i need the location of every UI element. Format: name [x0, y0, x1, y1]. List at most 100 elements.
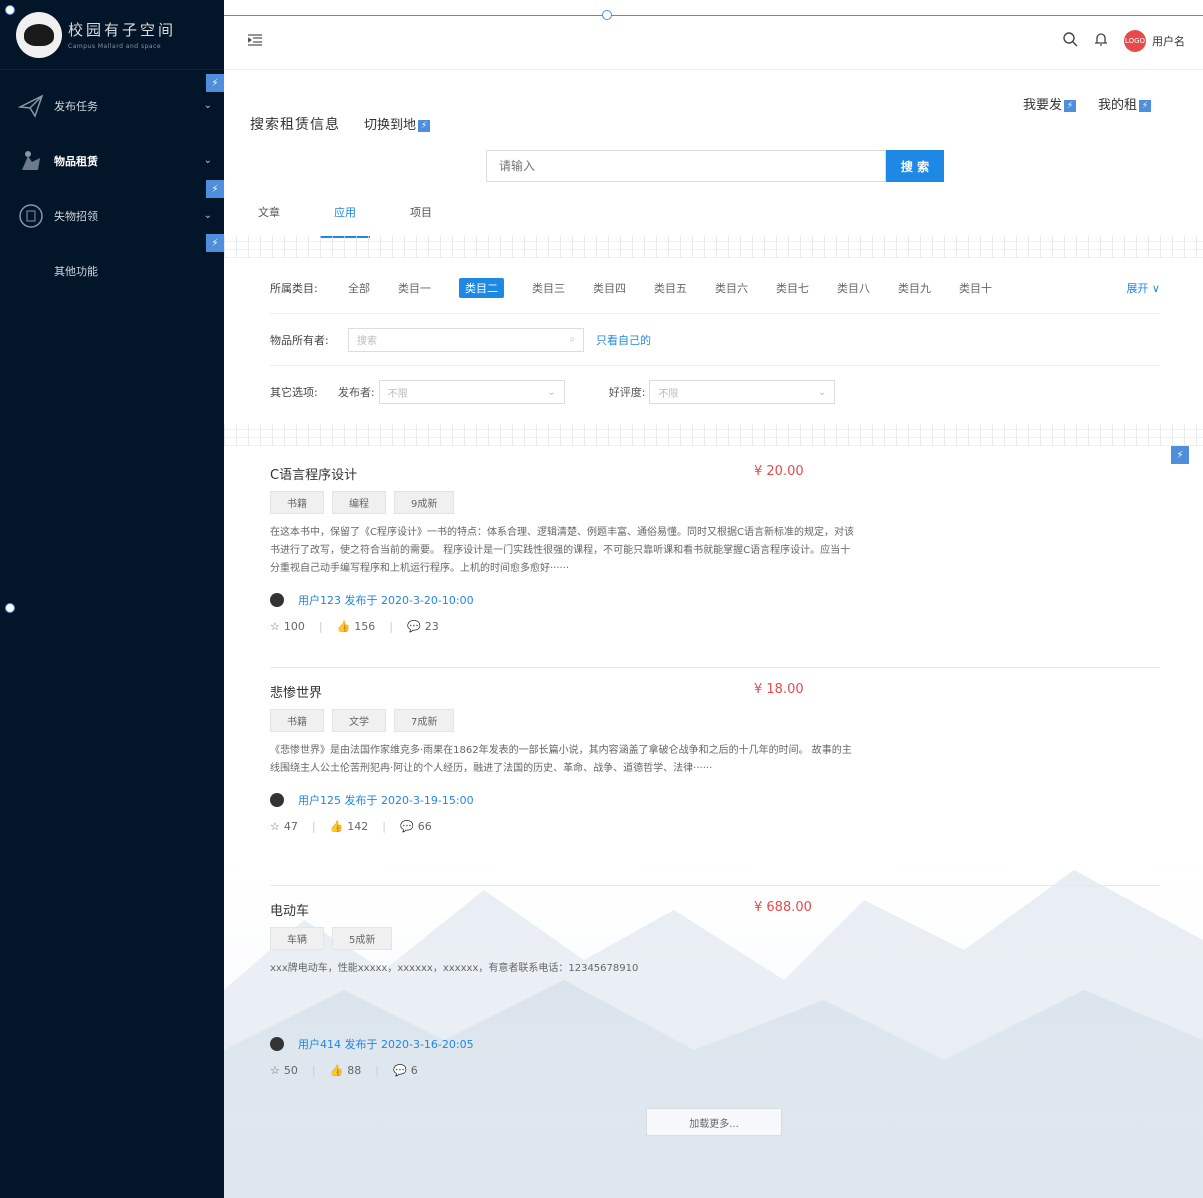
comment-stat[interactable]: 💬 66 [400, 820, 432, 833]
chevron-down-icon: ⌄ [547, 386, 556, 398]
chevron-down-icon[interactable]: ⌄ [204, 155, 212, 166]
category-item[interactable]: 类目八 [837, 280, 870, 296]
owner-filter: 物品所有者: 搜索 ⌕ 只看自己的 [270, 314, 1160, 366]
star-stat[interactable]: ☆ 47 [270, 820, 298, 833]
search-input[interactable] [486, 150, 886, 182]
tab-articles[interactable]: 文章 [258, 204, 334, 232]
grid-guide [224, 424, 1203, 446]
sidebar-item-lost-found[interactable]: 失物招领 ⌄ ⚡ ⚡ [0, 180, 224, 252]
item-title[interactable]: 悲惨世界 [270, 682, 1160, 701]
rating-select[interactable]: 不限 ⌄ [649, 380, 836, 404]
load-more-button[interactable]: 加载更多... [646, 1108, 782, 1136]
star-icon: ☆ [270, 620, 280, 633]
flash-icon[interactable]: ⚡ [206, 180, 224, 198]
selection-handle[interactable] [5, 5, 15, 15]
selection-handle[interactable] [5, 603, 15, 613]
list-item[interactable]: 悲惨世界 ¥ 18.00 书籍 文学 7成新 《悲惨世界》是由法国作家维克多·雨… [270, 668, 1160, 886]
avatar[interactable] [270, 593, 284, 607]
avatar[interactable] [270, 1037, 284, 1051]
list-item[interactable]: 电动车 ¥ 688.00 车辆 5成新 xxx牌电动车，性能xxxxx，xxxx… [270, 886, 1160, 1104]
top-links: 我要发 ⚡ 我的租 ⚡ [1023, 94, 1151, 113]
chevron-down-icon[interactable]: ⌄ [204, 210, 212, 221]
paper-plane-icon [16, 91, 46, 121]
category-item[interactable]: 类目七 [776, 280, 809, 296]
search-button[interactable]: 搜 索 [886, 150, 944, 182]
author-info[interactable]: 用户125 发布于 2020-3-19-15:00 [298, 792, 474, 808]
category-item[interactable]: 类目一 [398, 280, 431, 296]
logo[interactable]: 校园有子空间 Campus Mallard and space [0, 0, 224, 70]
avatar[interactable]: LOGO [1124, 30, 1146, 52]
tab-projects[interactable]: 项目 [410, 204, 486, 232]
category-item[interactable]: 类目五 [654, 280, 687, 296]
category-item-active[interactable]: 类目二 [459, 277, 504, 298]
avatar[interactable] [270, 793, 284, 807]
username[interactable]: 用户名 [1152, 33, 1185, 49]
rating-label: 好评度: [608, 386, 646, 399]
sidebar-item-rental[interactable]: 物品租赁 ⌄ [0, 133, 224, 188]
owner-search-input[interactable]: 搜索 ⌕ [348, 327, 584, 352]
link-my-rental[interactable]: 我的租 ⚡ [1098, 94, 1151, 113]
item-meta: 用户414 发布于 2020-3-16-20:05 [270, 1036, 1160, 1052]
item-stats: ☆ 50 | 👍 88 | 💬 6 [270, 1064, 418, 1077]
item-price: ¥ 688.00 [754, 900, 812, 915]
filter-label: 其它选项: [270, 386, 318, 399]
chevron-down-icon[interactable]: ⌄ [204, 100, 212, 111]
like-stat[interactable]: 👍 156 [337, 620, 376, 633]
category-item[interactable]: 类目九 [898, 280, 931, 296]
publisher-select[interactable]: 不限 ⌄ [378, 380, 565, 404]
comment-stat[interactable]: 💬 23 [407, 620, 439, 633]
flash-icon[interactable]: ⚡ [206, 74, 224, 92]
tag: 编程 [332, 491, 386, 514]
search-icon[interactable] [1063, 31, 1078, 51]
category-item[interactable]: 类目十 [959, 280, 992, 296]
tag: 文学 [332, 709, 386, 732]
flash-icon[interactable]: ⚡ [1171, 446, 1189, 464]
flash-icon[interactable]: ⚡ [1139, 99, 1151, 112]
tag: 5成新 [332, 927, 393, 950]
category-item[interactable]: 类目四 [593, 280, 626, 296]
flash-icon[interactable]: ⚡ [418, 119, 431, 132]
star-icon: ☆ [270, 1064, 280, 1077]
tab-apps[interactable]: 应用 [334, 204, 410, 232]
sidebar-item-other[interactable]: 其他功能 [0, 243, 224, 298]
author-info[interactable]: 用户414 发布于 2020-3-16-20:05 [298, 1036, 474, 1052]
sidebar-item-label: 其他功能 [54, 264, 98, 278]
flash-icon[interactable]: ⚡ [1063, 99, 1076, 112]
like-stat[interactable]: 👍 88 [330, 1064, 362, 1077]
tag: 9成新 [394, 491, 455, 514]
sidebar: 校园有子空间 Campus Mallard and space 发布任务 ⌄ ⚡… [0, 0, 224, 1198]
sidebar-item-label: 失物招领 [54, 209, 98, 223]
list-item[interactable]: C语言程序设计 ¥ 20.00 书籍 编程 9成新 在这本书中，保留了《C程序设… [270, 450, 1160, 668]
filter-panel: 所属类目: 全部 类目一 类目二 类目三 类目四 类目五 类目六 类目七 类目八… [270, 262, 1160, 418]
sidebar-item-publish-task[interactable]: 发布任务 ⌄ ⚡ [0, 74, 224, 133]
bell-icon[interactable] [1094, 32, 1108, 51]
only-mine-link[interactable]: 只看自己的 [596, 332, 651, 348]
star-icon: ☆ [270, 820, 280, 833]
star-stat[interactable]: ☆ 100 [270, 620, 305, 633]
thumbs-up-icon: 👍 [336, 620, 351, 633]
item-price: ¥ 20.00 [754, 464, 804, 479]
item-meta: 用户125 发布于 2020-3-19-15:00 [270, 792, 1160, 808]
like-stat[interactable]: 👍 142 [330, 820, 369, 833]
category-item[interactable]: 类目六 [715, 280, 748, 296]
grid-guide [224, 236, 1203, 258]
category-item[interactable]: 全部 [348, 280, 370, 296]
sidebar-item-label: 发布任务 [54, 99, 98, 113]
comment-stat[interactable]: 💬 6 [393, 1064, 418, 1077]
author-info[interactable]: 用户123 发布于 2020-3-20-10:00 [298, 592, 474, 608]
item-list: C语言程序设计 ¥ 20.00 书籍 编程 9成新 在这本书中，保留了《C程序设… [270, 450, 1160, 1104]
item-description: 在这本书中，保留了《C程序设计》一书的特点：体系合理、逻辑清楚、例题丰富、通俗易… [270, 527, 854, 574]
tabs: 文章 应用 项目 [258, 204, 486, 232]
link-publish[interactable]: 我要发 ⚡ [1023, 94, 1076, 113]
page-title: 搜索租赁信息 [250, 117, 340, 133]
switch-link[interactable]: 切换到地 ⚡ [364, 114, 431, 133]
item-title[interactable]: C语言程序设计 [270, 464, 1160, 483]
filter-label: 物品所有者: [270, 333, 329, 347]
comment-icon: 💬 [407, 620, 421, 633]
menu-fold-icon[interactable] [247, 34, 262, 50]
expand-button[interactable]: 展开 ∨ [1126, 280, 1160, 296]
tag: 车辆 [270, 927, 324, 950]
category-item[interactable]: 类目三 [532, 280, 565, 296]
star-stat[interactable]: ☆ 50 [270, 1064, 298, 1077]
item-title[interactable]: 电动车 [270, 900, 1160, 919]
